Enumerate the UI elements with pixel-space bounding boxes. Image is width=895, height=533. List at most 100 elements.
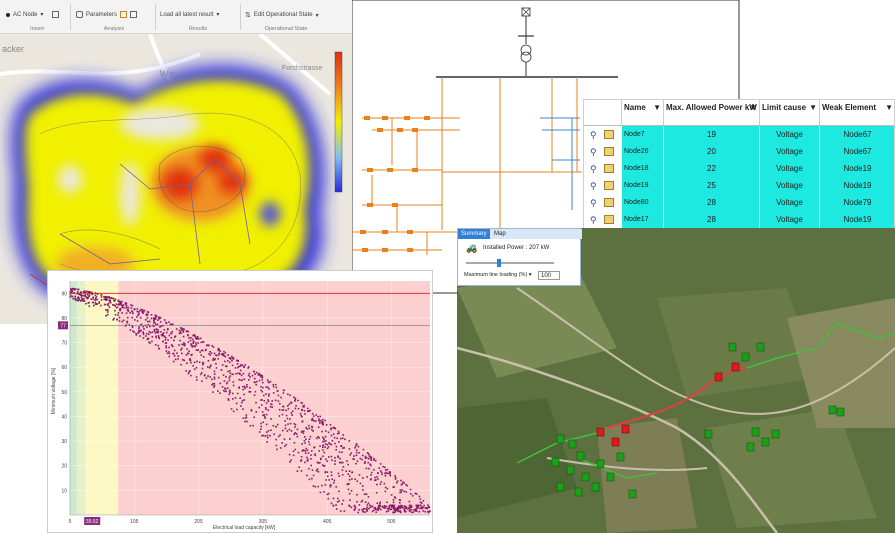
scatter-point (224, 360, 226, 363)
parameters-button[interactable]: Parameters (86, 12, 117, 18)
scatter-point (74, 299, 77, 301)
scatter-point (142, 325, 145, 328)
tab-summary[interactable]: Summary (458, 229, 490, 239)
scatter-point (177, 355, 179, 357)
scatter-point (392, 507, 395, 510)
scatter-point (267, 386, 269, 389)
scatter-point (354, 446, 356, 449)
scatter-point (172, 339, 175, 342)
scatter-point (348, 440, 351, 442)
scatter-point (254, 390, 257, 393)
y-axis-label: Minimum voltage [%] (51, 367, 57, 414)
scatter-point (282, 408, 285, 411)
edit-operational-state-button[interactable]: Edit Operational State (254, 12, 313, 18)
slider-thumb[interactable] (496, 259, 501, 267)
edit-icon[interactable] (604, 147, 614, 156)
scatter-point (332, 433, 335, 435)
scatter-point (226, 387, 229, 389)
cell-name: Node7 (622, 126, 664, 143)
satellite-map[interactable]: Summary Map 🚜 Installed Power : 207 kW M… (457, 228, 895, 533)
table-icon[interactable] (130, 11, 138, 18)
scatter-point (220, 369, 223, 371)
edit-icon[interactable] (604, 164, 614, 173)
magnifier-icon[interactable]: ⚲ (590, 212, 597, 229)
filter-icon[interactable]: ▼ (749, 103, 757, 113)
map-label-forchstrasse: Forchstrasse (282, 65, 323, 72)
table-row[interactable]: ⚲ Node17 28 Voltage Node19 (584, 211, 894, 229)
scatter-point (204, 349, 207, 352)
dropdown-arrow-icon[interactable]: ▾ (40, 11, 43, 18)
scatter-point (311, 428, 313, 431)
scatter-point (361, 458, 363, 461)
scatter-point (352, 458, 354, 460)
magnifier-icon[interactable]: ⚲ (590, 161, 597, 178)
loading-input[interactable]: 100 (538, 271, 560, 280)
tab-map[interactable]: Map (491, 229, 509, 239)
scatter-point (340, 445, 343, 447)
edit-icon[interactable] (604, 198, 614, 207)
scatter-point (263, 415, 266, 418)
scatter-point (261, 390, 264, 393)
chart-icon[interactable] (120, 11, 128, 18)
magnifier-icon[interactable]: ⚲ (590, 178, 597, 195)
scatter-point (373, 468, 375, 471)
filter-icon[interactable]: ▼ (809, 103, 817, 113)
y-tick-label: 60 (61, 365, 67, 371)
insert-caption: Insert (30, 26, 44, 32)
column-header-limit-cause[interactable]: Limit cause ▼ (760, 100, 820, 126)
database-icon[interactable] (76, 11, 83, 18)
scatter-point (361, 508, 363, 511)
voltage-capacity-chart[interactable]: 39.52 77 5 105 205 305 405 505 90 80 70 60 50 40 30 20… (47, 270, 433, 533)
edit-icon[interactable] (604, 181, 614, 190)
loading-label[interactable]: Maximum line loading (%) ▾ (464, 272, 532, 278)
scatter-point (104, 296, 106, 299)
scatter-point (290, 412, 293, 414)
scatter-point (145, 332, 148, 335)
scatter-point (289, 438, 291, 440)
scatter-point (134, 319, 136, 321)
scatter-point (171, 344, 173, 347)
scatter-point (334, 460, 336, 462)
magnifier-icon[interactable]: ⚲ (590, 195, 597, 212)
scatter-point (375, 491, 378, 494)
scatter-point (242, 408, 244, 411)
load-results-button[interactable]: Load all latest result (160, 12, 213, 18)
cell-limit-cause: Voltage (760, 143, 820, 160)
power-slider[interactable] (466, 259, 554, 267)
dropdown-arrow-icon[interactable]: ▾ (316, 12, 319, 19)
scatter-point (321, 423, 324, 426)
scatter-point (383, 505, 386, 508)
edit-state-icon[interactable]: ⇅ (245, 11, 251, 19)
table-row[interactable]: ⚲ Node18 22 Voltage Node19 (584, 160, 894, 178)
table-row[interactable]: ⚲ Node80 28 Voltage Node79 (584, 194, 894, 212)
column-header-name[interactable]: Name ▼ (622, 100, 664, 126)
ac-node-button[interactable]: AC Node (13, 12, 37, 18)
scatter-point (260, 425, 263, 428)
table-row[interactable]: ⚲ Node26 20 Voltage Node67 (584, 143, 894, 161)
scatter-point (178, 332, 181, 335)
table-row[interactable]: ⚲ Node19 25 Voltage Node19 (584, 177, 894, 195)
column-header-max-power[interactable]: Max. Allowed Power kW ▼ (664, 100, 760, 126)
scatter-point (283, 438, 286, 441)
table-row[interactable]: ⚲ Node7 19 Voltage Node67 (584, 126, 894, 144)
edit-icon[interactable] (604, 130, 614, 139)
scatter-point (260, 404, 263, 406)
scatter-point (350, 489, 353, 492)
scatter-point (181, 347, 183, 350)
scatter-point (213, 352, 216, 355)
filter-icon[interactable]: ▼ (653, 103, 661, 113)
magnifier-icon[interactable]: ⚲ (590, 144, 597, 161)
scatter-point (227, 370, 229, 373)
magnifier-icon[interactable]: ⚲ (590, 127, 597, 144)
scatter-point (113, 304, 115, 306)
scatter-point (260, 422, 262, 425)
column-header-weak-element[interactable]: Weak Element ▼ (820, 100, 894, 126)
scatter-point (247, 374, 250, 377)
grid-icon[interactable] (52, 11, 60, 18)
edit-icon[interactable] (604, 215, 614, 224)
filter-icon[interactable]: ▼ (885, 103, 893, 113)
scatter-point (95, 298, 97, 301)
scatter-point (274, 399, 277, 402)
dropdown-arrow-icon[interactable]: ▾ (216, 11, 219, 18)
scatter-point (326, 475, 329, 478)
